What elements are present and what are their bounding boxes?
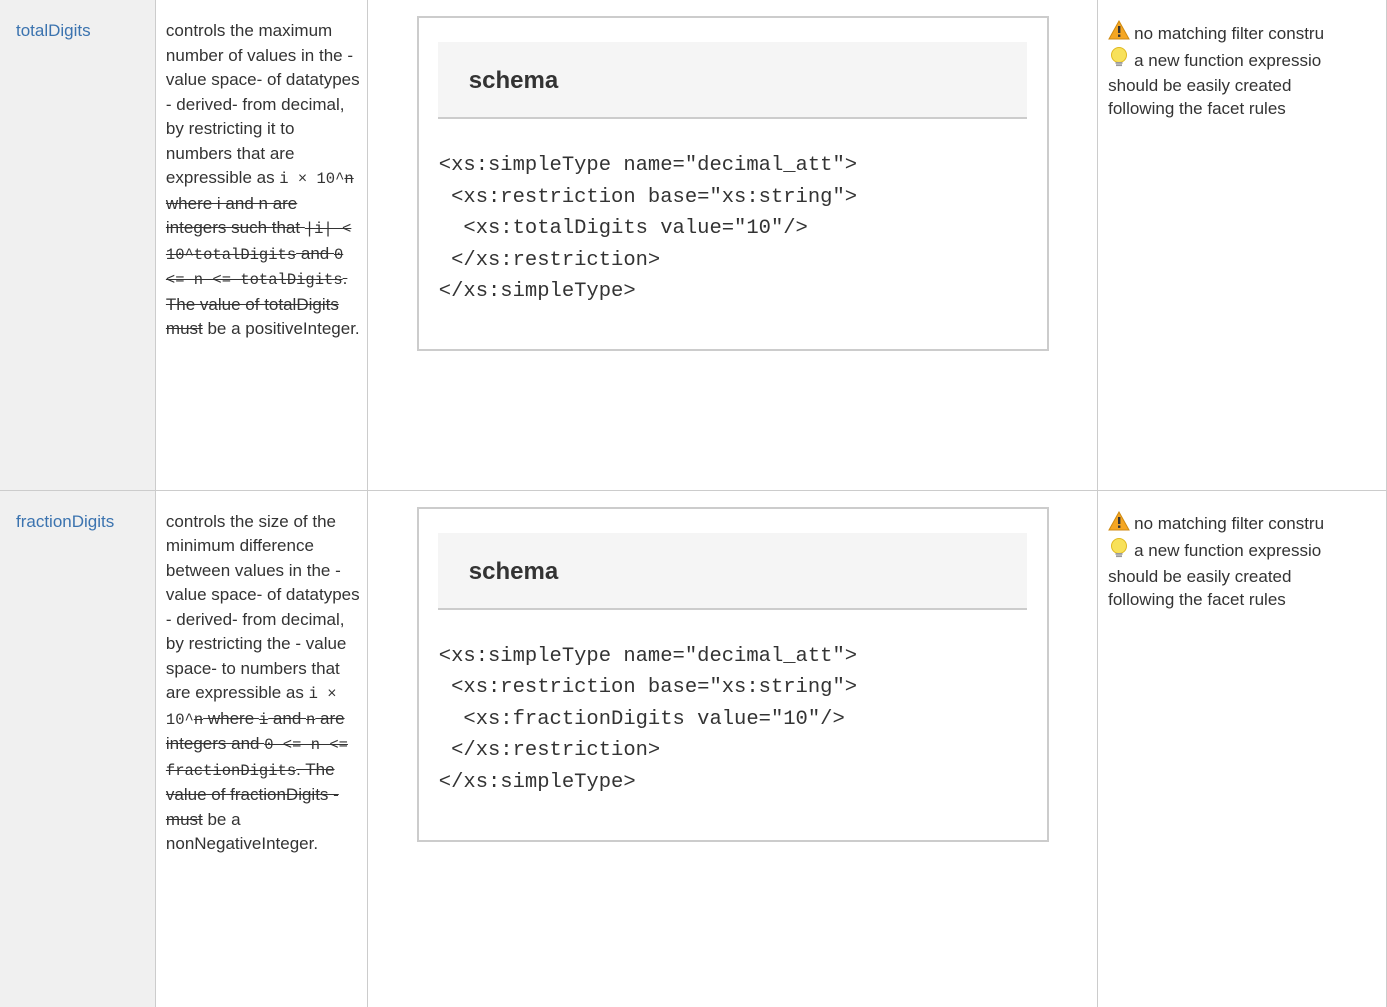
code-panel-title: schema — [468, 67, 559, 94]
description-text: be a positiveInteger. — [202, 319, 360, 338]
struck-text: and — [268, 708, 306, 728]
facet-table-page: totalDigits controls the maximum number … — [0, 0, 1387, 1007]
warning-note: no matching filter constru — [1108, 510, 1386, 537]
lightbulb-icon — [1108, 46, 1130, 74]
note-text: should be easily created — [1108, 566, 1292, 586]
description-text: controls the maximum number of values in… — [165, 21, 360, 187]
warning-text: no matching filter constru — [1134, 514, 1325, 533]
idea-note: a new function expressio — [1108, 537, 1386, 565]
table-row: fractionDigits controls the size of the … — [0, 489, 1387, 1007]
code-line: <xs:totalDigits value="10"/> — [438, 217, 808, 240]
code-line: </xs:restriction> — [438, 248, 661, 272]
description-text: controls the size of the minimum differe… — [165, 511, 360, 703]
code-example-cell: schema <xs:simpleType name="decimal_att"… — [366, 489, 1099, 1007]
facet-name-cell: totalDigits — [0, 0, 156, 491]
code-line: <xs:fractionDigits value="10"/> — [438, 707, 845, 731]
code-panel-title: schema — [468, 557, 559, 585]
description-code: i × 10^ — [279, 170, 345, 188]
code-block: <xs:simpleType name="decimal_att"> <xs:r… — [419, 119, 1047, 308]
notes-cell: no matching filter constru a new functio… — [1097, 0, 1387, 491]
struck-text: and — [296, 243, 334, 263]
idea-text: a new function expressio — [1134, 50, 1322, 70]
code-example-cell: schema <xs:simpleType name="decimal_att"… — [366, 0, 1099, 491]
note-text: should be easily created — [1108, 76, 1292, 95]
code-line: <xs:simpleType name="decimal_att"> — [438, 644, 858, 668]
warning-text: no matching filter constru — [1134, 23, 1325, 43]
table-row: totalDigits controls the maximum number … — [0, 0, 1387, 491]
facet-description: controls the size of the minimum differe… — [156, 491, 367, 857]
facet-description-cell: controls the size of the minimum differe… — [154, 489, 368, 1007]
code-panel: schema <xs:simpleType name="decimal_att"… — [416, 16, 1049, 351]
code-panel-header: schema — [437, 42, 1027, 119]
facet-link-fractiondigits[interactable]: fractionDigits — [16, 512, 114, 531]
warning-icon — [1108, 19, 1130, 46]
struck-code: n — [193, 710, 204, 729]
facet-table: totalDigits controls the maximum number … — [0, 0, 1387, 1007]
lightbulb-icon — [1108, 537, 1130, 565]
note-text: following the facet rules — [1108, 99, 1286, 118]
code-line: </xs:restriction> — [438, 739, 661, 762]
struck-text: where i and n are integers such that — [165, 193, 305, 238]
idea-text: a new function expressio — [1134, 541, 1322, 560]
facet-description: controls the maximum number of values in… — [156, 0, 367, 342]
code-panel: schema <xs:simpleType name="decimal_att"… — [416, 506, 1049, 842]
code-line: <xs:restriction base="xs:string"> — [438, 676, 858, 699]
struck-text: where — [203, 708, 259, 728]
code-panel-header: schema — [437, 532, 1027, 610]
idea-note: a new function expressio — [1108, 46, 1386, 74]
warning-note: no matching filter constru — [1108, 19, 1386, 46]
facet-link-totaldigits[interactable]: totalDigits — [16, 21, 91, 40]
facet-name-cell: fractionDigits — [0, 489, 156, 1007]
code-line: </xs:simpleType> — [438, 770, 636, 794]
struck-code: n — [344, 170, 354, 188]
code-line: <xs:simpleType name="decimal_att"> — [438, 154, 858, 177]
warning-icon — [1108, 510, 1130, 537]
notes: no matching filter constru a new functio… — [1098, 491, 1386, 611]
note-text: following the facet rules — [1108, 589, 1286, 609]
struck-code: n — [306, 710, 316, 729]
struck-code: i — [258, 710, 269, 729]
notes-cell: no matching filter constru a new functio… — [1097, 489, 1387, 1007]
code-line: <xs:restriction base="xs:string"> — [438, 185, 858, 209]
code-line: </xs:simpleType> — [438, 280, 636, 303]
code-block: <xs:simpleType name="decimal_att"> <xs:r… — [419, 610, 1047, 799]
notes: no matching filter constru a new functio… — [1098, 0, 1386, 120]
facet-description-cell: controls the maximum number of values in… — [154, 0, 368, 491]
